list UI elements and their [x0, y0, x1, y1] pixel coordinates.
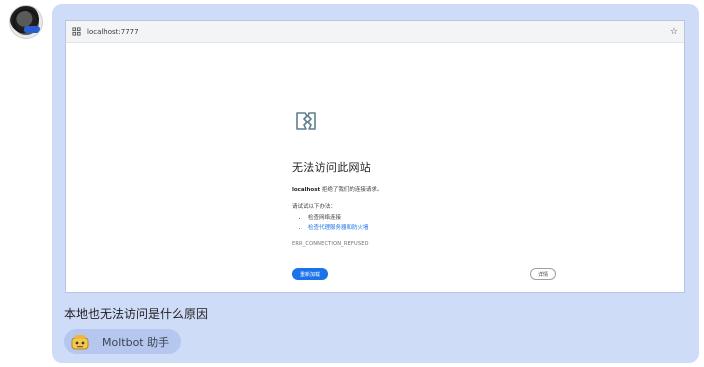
error-code: ERR_CONNECTION_REFUSED: [292, 241, 369, 247]
message-text: 本地也无法访问是什么原因: [64, 307, 209, 321]
error-host: localhost: [292, 187, 321, 193]
suggestion-link[interactable]: 检查代理服务器和防火墙: [308, 223, 572, 231]
star-icon[interactable]: ☆: [670, 27, 678, 37]
suggestion-list: 检查网络连接 检查代理服务器和防火墙: [292, 213, 572, 231]
broken-document-icon: [296, 112, 316, 130]
address-url[interactable]: localhost:7777: [87, 28, 670, 36]
error-content: 无法访问此网站 localhost 拒绝了我们的连接请求。 请试试以下办法： 检…: [292, 107, 572, 247]
bot-chip[interactable]: Moltbot 助手: [64, 329, 182, 354]
error-title: 无法访问此网站: [292, 161, 372, 174]
site-info-icon[interactable]: [72, 27, 81, 36]
try-label: 请试试以下办法：: [292, 204, 337, 210]
bot-chip-label[interactable]: Moltbot 助手: [102, 334, 169, 350]
error-message: localhost 拒绝了我们的连接请求。: [292, 185, 572, 193]
address-bar[interactable]: localhost:7777 ☆: [66, 21, 684, 43]
moltbot-icon: [71, 334, 89, 349]
attached-screenshot[interactable]: localhost:7777 ☆ 无法访问此网站 localhost 拒绝了我们…: [65, 20, 685, 293]
avatar-badge: [24, 26, 40, 33]
details-button[interactable]: 详情: [530, 268, 556, 280]
user-avatar[interactable]: [9, 5, 43, 39]
suggestion-item: 检查网络连接: [308, 213, 572, 221]
reload-button[interactable]: 重新加载: [292, 268, 328, 280]
message-bubble: localhost:7777 ☆ 无法访问此网站 localhost 拒绝了我们…: [52, 4, 699, 363]
error-message-suffix: 拒绝了我们的连接请求。: [320, 187, 383, 193]
